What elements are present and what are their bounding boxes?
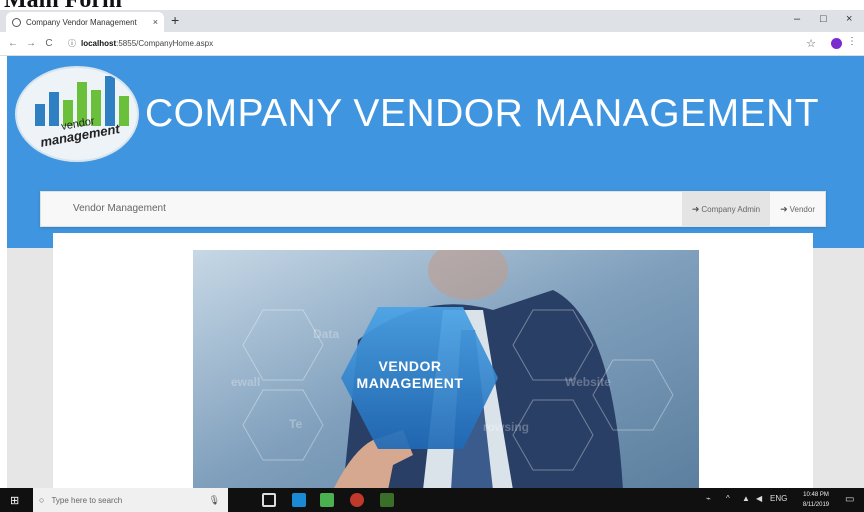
top-navbar: Vendor Management ➜ Company Admin ➜ Vend…	[40, 191, 826, 227]
address-bar: ← → C ⓘ localhost:5855/CompanyHome.aspx …	[0, 32, 864, 56]
navbar-brand[interactable]: Vendor Management	[73, 203, 166, 214]
app-icon[interactable]	[380, 493, 394, 507]
minimize-icon[interactable]: –	[794, 13, 800, 25]
hero-hex-label: VENDOR MANAGEMENT	[356, 358, 464, 391]
navbar-links: ➜ Company Admin ➜ Vendor	[681, 192, 825, 226]
login-icon: ➜	[691, 203, 700, 214]
hero-word: Te	[289, 417, 303, 431]
document-heading: Main Form	[4, 0, 122, 10]
nav-vendor[interactable]: ➜ Vendor	[770, 192, 825, 226]
language-indicator[interactable]: ENG	[770, 494, 787, 503]
header-banner: vendor management COMPANY VENDOR MANAGEM…	[7, 56, 864, 248]
volume-icon[interactable]: ◀	[756, 494, 762, 503]
microphone-icon[interactable]: 🎙	[209, 495, 220, 506]
windows-taskbar: ⊞ ○ Type here to search 🎙 ⌁ ^ ▲ ◀ ENG 10…	[0, 488, 864, 512]
clock-date: 8/11/2019	[802, 502, 830, 508]
vendor-management-logo: vendor management	[15, 66, 139, 162]
chrome-icon[interactable]	[350, 493, 364, 507]
taskbar-search-box[interactable]: ○ Type here to search 🎙	[33, 488, 228, 512]
close-window-icon[interactable]: ×	[846, 13, 852, 25]
info-icon: ⓘ	[68, 39, 76, 48]
page-title: COMPANY VENDOR MANAGEMENT	[145, 92, 820, 135]
search-placeholder: Type here to search	[51, 495, 123, 505]
nav-company-admin[interactable]: ➜ Company Admin	[681, 192, 771, 226]
search-icon: ○	[39, 495, 45, 505]
profile-avatar[interactable]	[831, 38, 842, 49]
login-icon: ➜	[780, 203, 788, 214]
new-tab-button[interactable]: +	[171, 13, 179, 27]
tray-chevron-icon[interactable]: ^	[726, 494, 730, 503]
tab-title: Company Vendor Management	[26, 17, 137, 27]
reload-button[interactable]: C	[42, 38, 56, 49]
notification-icon[interactable]: ▭	[845, 494, 854, 505]
clock-time: 10:48 PM	[803, 492, 829, 498]
back-button[interactable]: ←	[6, 38, 20, 49]
tab-close-icon[interactable]: ×	[153, 17, 158, 27]
hero-word: ewall	[231, 375, 261, 389]
nav-link-label: Company Admin	[701, 204, 761, 214]
bookmark-star-icon[interactable]: ☆	[806, 37, 816, 50]
browser-tabstrip: Company Vendor Management × + – □ ×	[0, 10, 864, 32]
task-view-icon[interactable]	[262, 493, 276, 507]
network-icon[interactable]: ▲	[742, 494, 750, 503]
hero-word: Website	[565, 375, 611, 389]
taskbar-clock[interactable]: 10:48 PM 8/11/2019	[797, 490, 835, 510]
windows-start-icon[interactable]: ⊞	[10, 494, 19, 507]
url-host: localhost	[81, 39, 117, 48]
edge-browser-icon[interactable]	[292, 493, 306, 507]
forward-button[interactable]: →	[24, 38, 38, 49]
url-input[interactable]: ⓘ localhost:5855/CompanyHome.aspx	[68, 36, 828, 52]
url-path: :5855/CompanyHome.aspx	[116, 39, 214, 48]
maximize-icon[interactable]: □	[820, 13, 827, 25]
store-icon[interactable]	[320, 493, 334, 507]
menu-kebab-icon[interactable]: ⋮	[847, 36, 857, 47]
nav-link-label: Vendor	[789, 204, 815, 214]
globe-icon	[12, 17, 21, 27]
browser-tab[interactable]: Company Vendor Management ×	[6, 12, 164, 32]
people-icon[interactable]: ⌁	[706, 494, 711, 503]
